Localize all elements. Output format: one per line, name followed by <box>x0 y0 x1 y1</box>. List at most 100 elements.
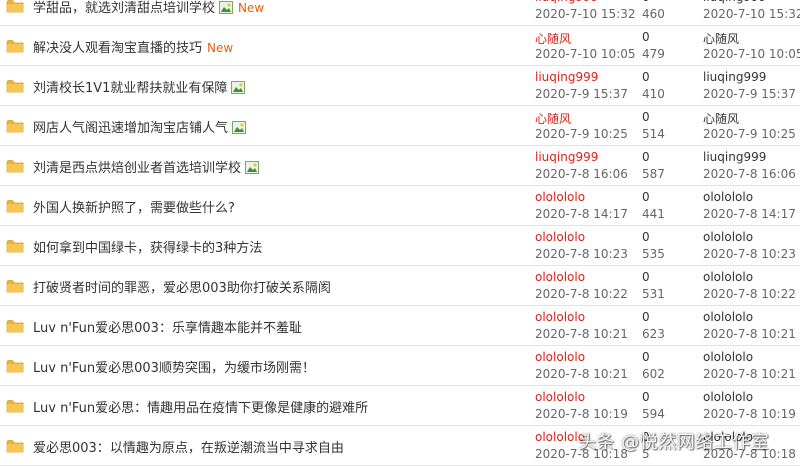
thread-row: 解决没人观看淘宝直播的技巧 New 心随风 2020-7-10 10:05 0 4… <box>0 26 800 66</box>
reply-count: 0 <box>642 0 650 4</box>
last-reply-author-link[interactable]: liuqing999 <box>703 150 766 164</box>
new-badge: New <box>207 41 234 55</box>
post-date: 2020-7-9 15:37 <box>535 87 628 101</box>
thread-row: 刘清校长1V1就业帮扶就业有保障 liuqing999 2020-7-9 15:… <box>0 66 800 106</box>
reply-count: 0 <box>642 230 650 244</box>
thread-title-link[interactable]: 外国人换新护照了，需要做些什么? <box>33 197 235 216</box>
thread-row: 外国人换新护照了，需要做些什么? ololololo 2020-7-8 14:1… <box>0 186 800 226</box>
thread-title-text: Luv n'Fun爱必思003顺势突围，为缓市场刚需！ <box>33 361 315 376</box>
folder-icon <box>6 0 24 13</box>
author-link[interactable]: 心随风 <box>535 110 571 127</box>
thread-title-link[interactable]: 打破贤者时间的罪恶，爱必思003助你打破关系隔阂 <box>33 277 331 296</box>
last-reply-date: 2020-7-8 14:17 <box>703 207 796 221</box>
folder-icon <box>6 400 24 413</box>
last-reply-author-link[interactable]: ololololo <box>703 190 753 204</box>
last-reply-date: 2020-7-8 10:22 <box>703 287 796 301</box>
author-link[interactable]: liuqing999 <box>535 70 598 84</box>
last-reply-date: 2020-7-8 10:23 <box>703 247 796 261</box>
view-count: 514 <box>642 127 665 141</box>
view-count: 587 <box>642 167 665 181</box>
last-reply-author-link[interactable]: ololololo <box>703 310 753 324</box>
last-reply-date: 2020-7-10 10:05 <box>703 47 800 61</box>
view-count: 460 <box>642 7 665 21</box>
image-attachment-icon <box>245 161 260 174</box>
folder-icon <box>6 240 24 253</box>
last-reply-date: 2020-7-9 10:25 <box>703 127 796 141</box>
author-link[interactable]: ololololo <box>535 350 585 364</box>
last-reply-author-link[interactable]: ololololo <box>703 270 753 284</box>
author-link[interactable]: 心随风 <box>535 30 571 47</box>
thread-title-text: 外国人换新护照了，需要做些什么? <box>33 201 235 216</box>
view-count: 441 <box>642 207 665 221</box>
image-attachment-icon <box>231 81 246 94</box>
folder-icon <box>6 40 24 53</box>
reply-count: 0 <box>642 270 650 284</box>
reply-count: 0 <box>642 390 650 404</box>
last-reply-author-link[interactable]: liuqing999 <box>703 0 766 4</box>
post-date: 2020-7-8 16:06 <box>535 167 628 181</box>
thread-title-link[interactable]: Luv n'Fun爱必思003：乐享情趣本能并不羞耻 <box>33 317 302 336</box>
thread-title-link[interactable]: 如何拿到中国绿卡，获得绿卡的3种方法 <box>33 237 262 256</box>
reply-count: 0 <box>642 30 650 44</box>
last-reply-author-link[interactable]: liuqing999 <box>703 70 766 84</box>
thread-title-text: Luv n'Fun爱必思：情趣用品在疫情下更像是健康的避难所 <box>33 401 369 416</box>
post-date: 2020-7-8 10:21 <box>535 367 628 381</box>
thread-row: Luv n'Fun爱必思003：乐享情趣本能并不羞耻 ololololo 202… <box>0 306 800 346</box>
author-link[interactable]: ololololo <box>535 310 585 324</box>
thread-row: 学甜品，就选刘清甜点培训学校 New liuqing999 2020-7-10 1… <box>0 0 800 26</box>
view-count: 594 <box>642 407 665 421</box>
thread-title-text: 网店人气阁迅速增加淘宝店铺人气 <box>33 121 229 136</box>
author-link[interactable]: ololololo <box>535 390 585 404</box>
thread-title-link[interactable]: 爱必思003：以情趣为原点，在叛逆潮流当中寻求自由 <box>33 437 344 456</box>
post-date: 2020-7-8 14:17 <box>535 207 628 221</box>
thread-title-link[interactable]: Luv n'Fun爱必思003顺势突围，为缓市场刚需！ <box>33 357 315 376</box>
last-reply-date: 2020-7-8 10:21 <box>703 367 796 381</box>
reply-count: 0 <box>642 110 650 124</box>
thread-title-link[interactable]: 学甜品，就选刘清甜点培训学校 New <box>33 0 264 16</box>
last-reply-author-link[interactable]: ololololo <box>703 390 753 404</box>
folder-icon <box>6 440 24 453</box>
thread-row: 打破贤者时间的罪恶，爱必思003助你打破关系隔阂 ololololo 2020-… <box>0 266 800 306</box>
last-reply-date: 2020-7-8 10:21 <box>703 327 796 341</box>
last-reply-author-link[interactable]: 心随风 <box>703 30 739 47</box>
thread-row: 刘清是西点烘焙创业者首选培训学校 liuqing999 2020-7-8 16:… <box>0 146 800 186</box>
thread-row: 网店人气阁迅速增加淘宝店铺人气 心随风 2020-7-9 10:25 0 514… <box>0 106 800 146</box>
post-date: 2020-7-8 10:21 <box>535 327 628 341</box>
image-attachment-icon <box>232 121 247 134</box>
thread-title-text: 如何拿到中国绿卡，获得绿卡的3种方法 <box>33 241 263 256</box>
folder-icon <box>6 120 24 133</box>
author-link[interactable]: liuqing999 <box>535 0 598 4</box>
last-reply-date: 2020-7-8 16:06 <box>703 167 796 181</box>
thread-title-text: 爱必思003：以情趣为原点，在叛逆潮流当中寻求自由 <box>33 441 344 456</box>
post-date: 2020-7-10 10:05 <box>535 47 636 61</box>
last-reply-author-link[interactable]: ololololo <box>703 350 753 364</box>
post-date: 2020-7-8 10:22 <box>535 287 628 301</box>
thread-title-link[interactable]: 刘清校长1V1就业帮扶就业有保障 <box>33 77 246 96</box>
author-link[interactable]: ololololo <box>535 190 585 204</box>
post-date: 2020-7-10 15:32 <box>535 7 636 21</box>
thread-title-text: 学甜品，就选刘清甜点培训学校 <box>33 1 216 16</box>
last-reply-author-link[interactable]: 心随风 <box>703 110 739 127</box>
author-link[interactable]: ololololo <box>535 270 585 284</box>
watermark: 头条 @悦然网络工作室 <box>578 432 770 453</box>
thread-title-text: 打破贤者时间的罪恶，爱必思003助你打破关系隔阂 <box>33 281 331 296</box>
folder-icon <box>6 80 24 93</box>
thread-title-link[interactable]: Luv n'Fun爱必思：情趣用品在疫情下更像是健康的避难所 <box>33 397 368 416</box>
post-date: 2020-7-9 10:25 <box>535 127 628 141</box>
reply-count: 0 <box>642 190 650 204</box>
view-count: 623 <box>642 327 665 341</box>
view-count: 535 <box>642 247 665 261</box>
reply-count: 0 <box>642 70 650 84</box>
thread-title-link[interactable]: 解决没人观看淘宝直播的技巧 New <box>33 37 233 56</box>
last-reply-author-link[interactable]: ololololo <box>703 230 753 244</box>
author-link[interactable]: liuqing999 <box>535 150 598 164</box>
thread-title-text: 刘清校长1V1就业帮扶就业有保障 <box>33 81 228 96</box>
last-reply-date: 2020-7-9 15:37 <box>703 87 796 101</box>
thread-list: 学甜品，就选刘清甜点培训学校 New liuqing999 2020-7-10 1… <box>0 0 800 466</box>
author-link[interactable]: ololololo <box>535 230 585 244</box>
thread-title-link[interactable]: 网店人气阁迅速增加淘宝店铺人气 <box>33 117 247 136</box>
new-badge: New <box>238 1 265 15</box>
thread-title-text: 刘清是西点烘焙创业者首选培训学校 <box>33 161 242 176</box>
view-count: 602 <box>642 367 665 381</box>
thread-title-link[interactable]: 刘清是西点烘焙创业者首选培训学校 <box>33 157 260 176</box>
